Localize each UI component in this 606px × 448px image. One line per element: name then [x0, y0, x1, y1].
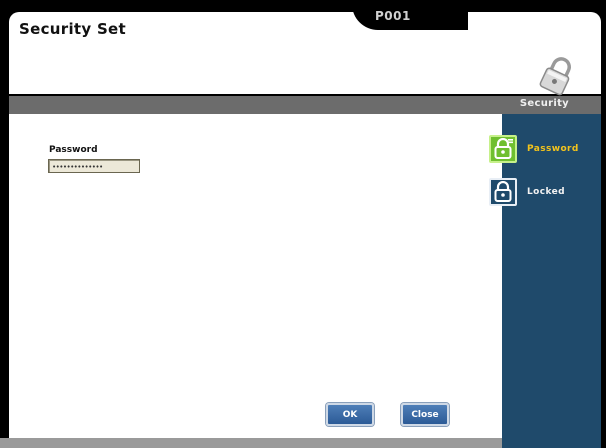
close-button[interactable]: Close: [401, 403, 449, 426]
sidebar: Password Locked: [489, 114, 601, 448]
password-label: Password: [49, 145, 98, 155]
padlock-key-icon: [489, 135, 517, 163]
ok-button[interactable]: OK: [326, 403, 374, 426]
screen-code: P001: [375, 9, 411, 23]
header-panel: Security Set: [9, 12, 601, 96]
sidebar-item-locked[interactable]: Locked: [489, 177, 601, 207]
content-area: Password •••••••••••••• OK Close: [9, 114, 502, 438]
padlock-illustration-icon: [539, 57, 571, 96]
sidebar-item-label: Password: [527, 144, 579, 154]
footer-strip: [0, 438, 502, 448]
sidebar-item-label: Locked: [527, 187, 565, 197]
password-field[interactable]: ••••••••••••••: [48, 159, 140, 173]
sidebar-item-password[interactable]: Password: [489, 134, 601, 164]
section-label: Security: [519, 98, 569, 109]
section-bar: Security: [9, 96, 601, 114]
padlock-icon: [489, 178, 517, 206]
page-title: Security Set: [19, 20, 127, 38]
